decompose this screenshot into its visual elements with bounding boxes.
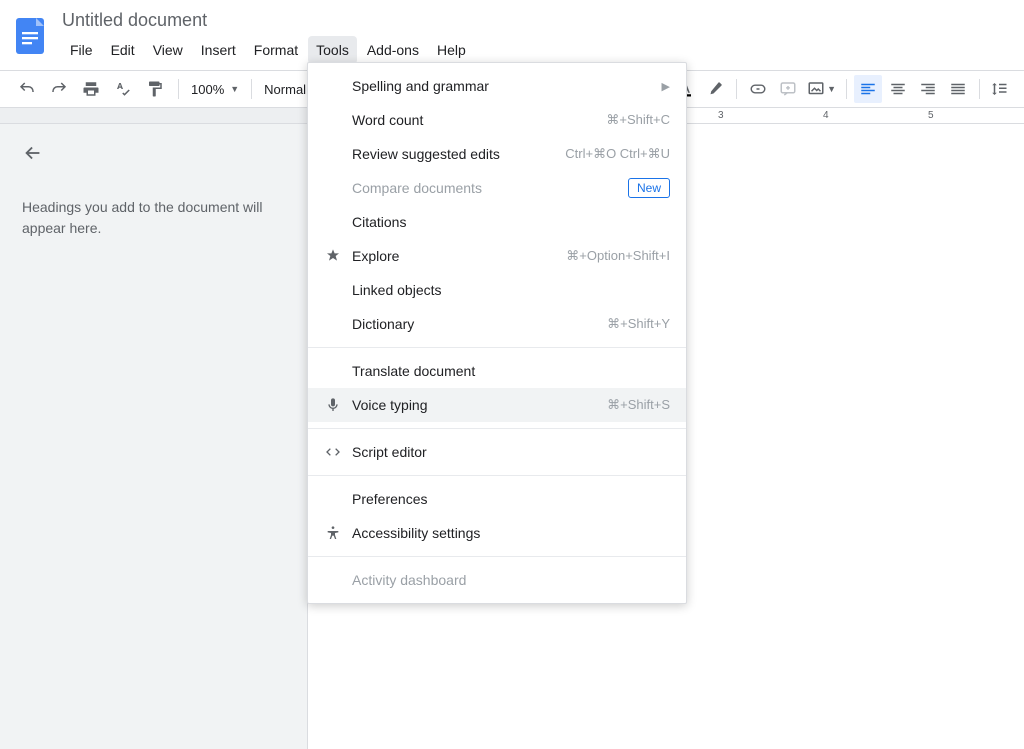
insert-link-button[interactable] — [744, 75, 772, 103]
toolbar-separator — [178, 79, 179, 99]
menu-insert[interactable]: Insert — [193, 36, 244, 64]
menu-edit[interactable]: Edit — [103, 36, 143, 64]
ruler-mark: 4 — [823, 110, 829, 121]
tools-menu-item-accessibility-settings[interactable]: Accessibility settings — [308, 516, 686, 550]
menu-item-label: Activity dashboard — [352, 572, 670, 588]
spellcheck-button[interactable] — [109, 75, 137, 103]
style-value: Normal — [264, 82, 306, 97]
menu-separator — [308, 428, 686, 429]
header: Untitled document File Edit View Insert … — [0, 0, 1024, 64]
redo-button[interactable] — [45, 75, 73, 103]
tools-menu-item-explore[interactable]: Explore⌘+Option+Shift+I — [308, 239, 686, 273]
script-icon — [322, 444, 344, 460]
menu-shortcut: ⌘+Shift+Y — [607, 316, 670, 332]
tools-menu-item-translate-document[interactable]: Translate document — [308, 354, 686, 388]
zoom-select[interactable]: 100% ▼ — [187, 75, 243, 103]
accessibility-icon — [322, 525, 344, 541]
tools-menu-item-dictionary[interactable]: Dictionary⌘+Shift+Y — [308, 307, 686, 341]
chevron-down-icon: ▼ — [827, 84, 836, 94]
menu-item-label: Review suggested edits — [352, 146, 565, 162]
align-justify-button[interactable] — [944, 75, 972, 103]
tools-menu-item-script-editor[interactable]: Script editor — [308, 435, 686, 469]
outline-placeholder: Headings you add to the document will ap… — [22, 197, 285, 239]
highlight-color-button[interactable] — [701, 75, 729, 103]
document-title[interactable]: Untitled document — [62, 8, 1010, 34]
add-comment-button[interactable] — [774, 75, 802, 103]
tools-menu-item-word-count[interactable]: Word count⌘+Shift+C — [308, 103, 686, 137]
align-center-button[interactable] — [884, 75, 912, 103]
menu-format[interactable]: Format — [246, 36, 306, 64]
toolbar-separator — [736, 79, 737, 99]
menu-item-label: Word count — [352, 112, 606, 128]
menu-shortcut: Ctrl+⌘O Ctrl+⌘U — [565, 146, 670, 162]
ruler-mark: 5 — [928, 110, 934, 121]
tools-menu-item-preferences[interactable]: Preferences — [308, 482, 686, 516]
new-badge: New — [628, 178, 670, 198]
menu-item-label: Spelling and grammar — [352, 78, 662, 94]
tools-menu-item-review-suggested-edits[interactable]: Review suggested editsCtrl+⌘O Ctrl+⌘U — [308, 137, 686, 171]
menu-shortcut: ⌘+Shift+C — [606, 112, 670, 128]
chevron-down-icon: ▼ — [230, 84, 239, 94]
menu-item-label: Translate document — [352, 363, 670, 379]
menu-shortcut: ⌘+Option+Shift+I — [566, 248, 670, 264]
menu-item-label: Linked objects — [352, 282, 670, 298]
menu-item-label: Compare documents — [352, 180, 628, 196]
menu-help[interactable]: Help — [429, 36, 474, 64]
print-button[interactable] — [77, 75, 105, 103]
menu-item-label: Citations — [352, 214, 670, 230]
menubar: File Edit View Insert Format Tools Add-o… — [62, 36, 1010, 64]
toolbar-separator — [979, 79, 980, 99]
tools-menu-item-activity-dashboard: Activity dashboard — [308, 563, 686, 597]
mic-icon — [322, 397, 344, 413]
align-left-button[interactable] — [854, 75, 882, 103]
menu-separator — [308, 347, 686, 348]
docs-logo-icon[interactable] — [14, 14, 50, 58]
tools-menu-item-voice-typing[interactable]: Voice typing⌘+Shift+S — [308, 388, 686, 422]
menu-item-label: Dictionary — [352, 316, 607, 332]
tools-dropdown: Spelling and grammar▶Word count⌘+Shift+C… — [307, 62, 687, 604]
undo-button[interactable] — [13, 75, 41, 103]
submenu-arrow-icon: ▶ — [662, 80, 670, 93]
outline-panel: Headings you add to the document will ap… — [0, 124, 308, 749]
tools-menu-item-citations[interactable]: Citations — [308, 205, 686, 239]
menu-separator — [308, 475, 686, 476]
line-spacing-button[interactable] — [986, 75, 1012, 103]
menu-view[interactable]: View — [145, 36, 191, 64]
menu-shortcut: ⌘+Shift+S — [607, 397, 670, 413]
tools-menu-item-linked-objects[interactable]: Linked objects — [308, 273, 686, 307]
ruler-mark: 3 — [718, 110, 724, 121]
paint-format-button[interactable] — [141, 75, 169, 103]
menu-item-label: Preferences — [352, 491, 670, 507]
menu-tools[interactable]: Tools — [308, 36, 357, 64]
insert-image-button[interactable]: ▼ — [803, 75, 840, 103]
menu-item-label: Explore — [352, 248, 566, 264]
tools-menu-item-compare-documents: Compare documentsNew — [308, 171, 686, 205]
tools-menu-item-spelling-and-grammar[interactable]: Spelling and grammar▶ — [308, 69, 686, 103]
explore-icon — [322, 248, 344, 264]
title-area: Untitled document File Edit View Insert … — [62, 8, 1010, 64]
menu-addons[interactable]: Add-ons — [359, 36, 427, 64]
menu-item-label: Accessibility settings — [352, 525, 670, 541]
toolbar-separator — [251, 79, 252, 99]
align-right-button[interactable] — [914, 75, 942, 103]
ruler-outline-spacer — [0, 108, 308, 124]
zoom-value: 100% — [191, 82, 224, 97]
menu-separator — [308, 556, 686, 557]
menu-item-label: Script editor — [352, 444, 670, 460]
menu-item-label: Voice typing — [352, 397, 607, 413]
toolbar-separator — [846, 79, 847, 99]
paragraph-style-select[interactable]: Normal — [260, 75, 310, 103]
outline-collapse-button[interactable] — [22, 142, 285, 169]
menu-file[interactable]: File — [62, 36, 101, 64]
